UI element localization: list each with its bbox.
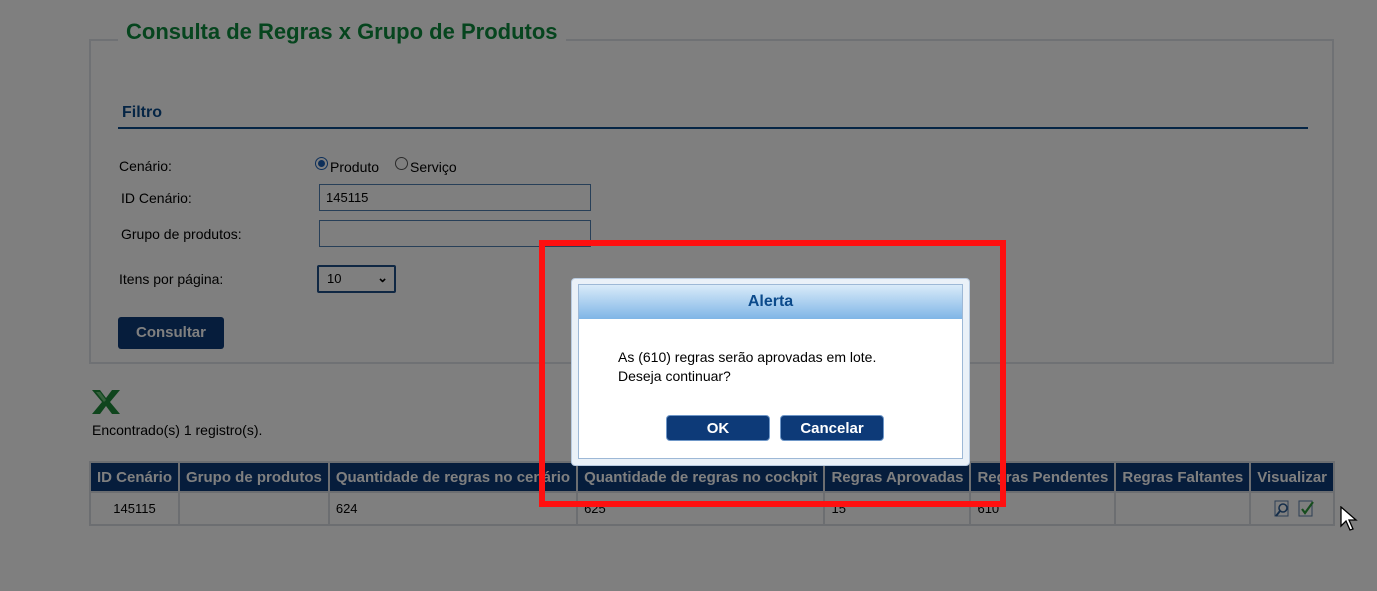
highlight-annotation bbox=[539, 240, 1006, 507]
mouse-cursor-icon bbox=[1340, 506, 1358, 531]
